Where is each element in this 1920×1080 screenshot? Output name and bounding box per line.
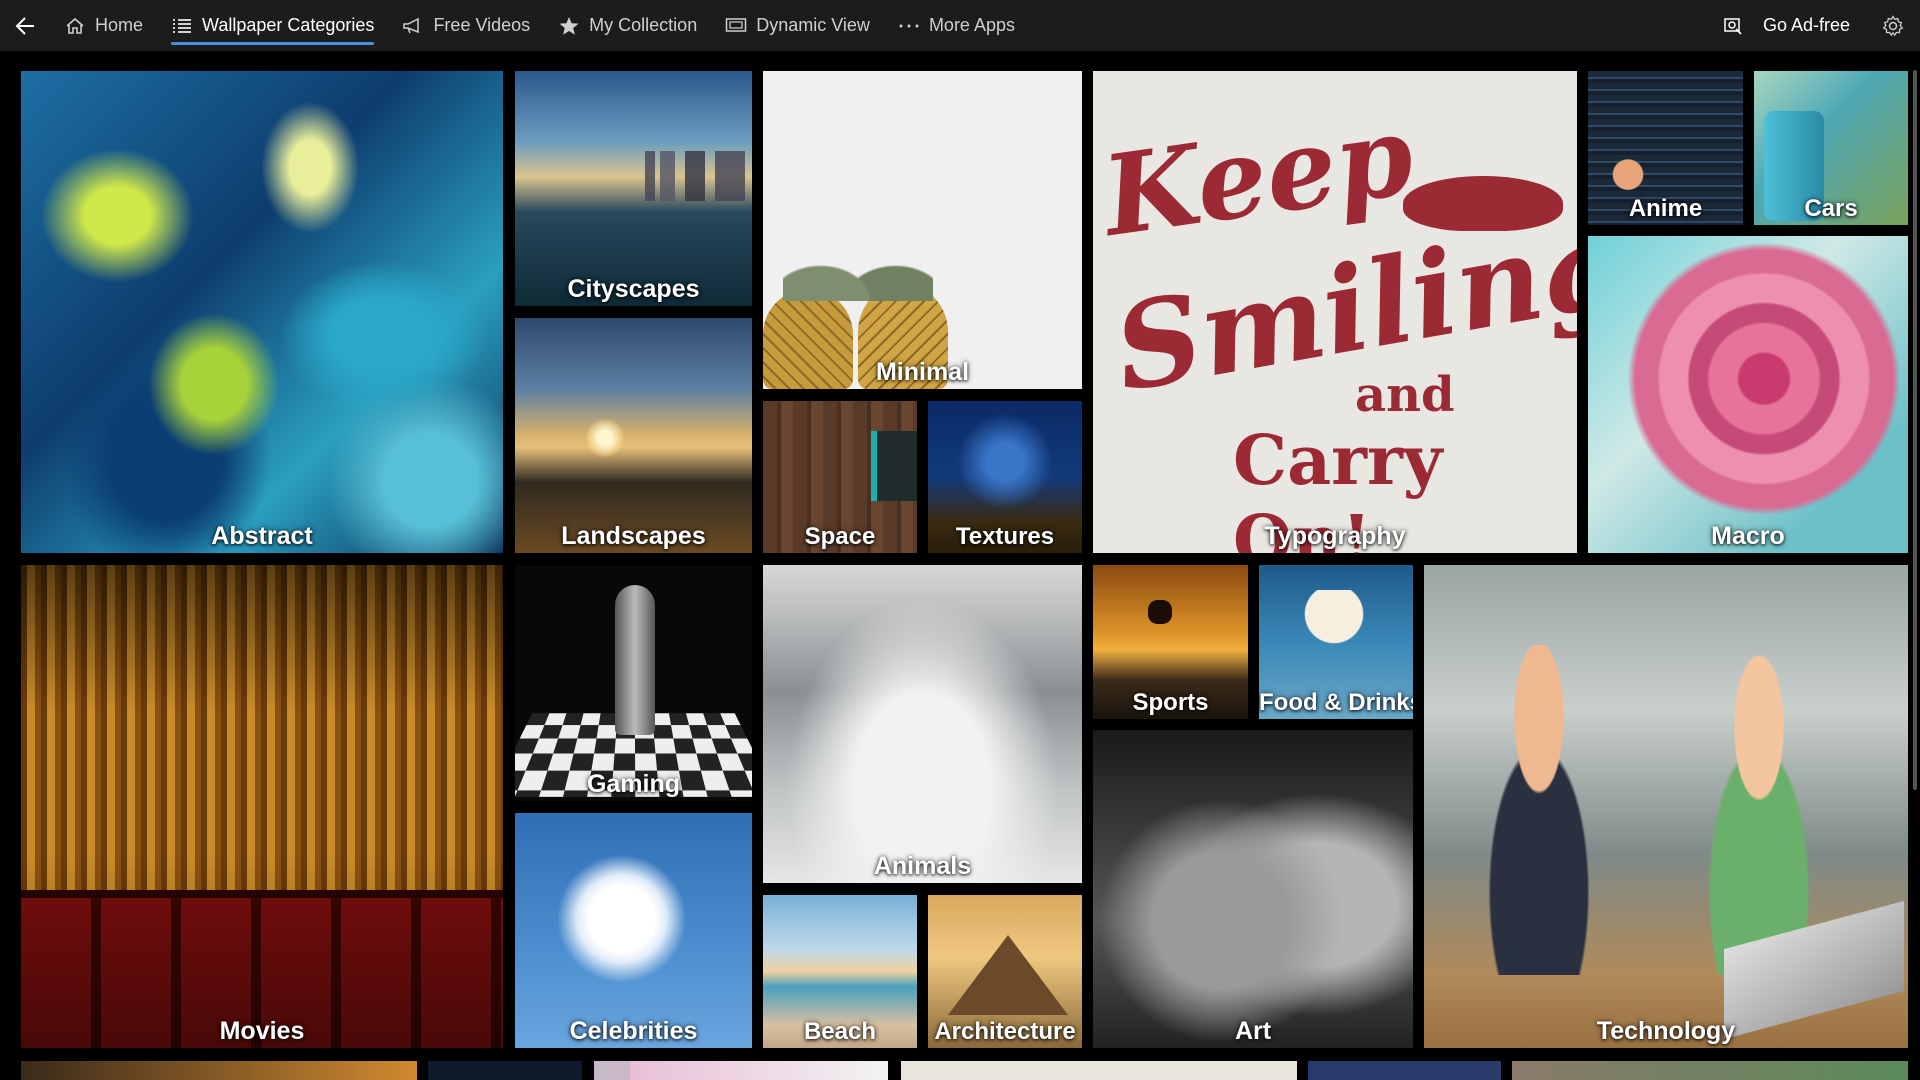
- category-label: Space: [804, 523, 876, 550]
- nav-dynamic-view-label: Dynamic View: [756, 15, 870, 35]
- category-tile-minimal[interactable]: Minimal: [763, 71, 1082, 389]
- category-label: Minimal: [875, 358, 970, 386]
- boy: [1454, 645, 1624, 975]
- star-icon: [558, 15, 580, 37]
- category-tile-technology[interactable]: Technology: [1424, 565, 1908, 1048]
- category-tile-abstract[interactable]: Abstract: [21, 71, 503, 553]
- nav-dynamic-view[interactable]: Dynamic View: [711, 0, 884, 51]
- theater-shadow: [21, 565, 503, 1048]
- category-tile-partial[interactable]: [428, 1061, 582, 1080]
- vertical-scrollbar[interactable]: [1913, 70, 1917, 790]
- category-tile-animals[interactable]: Animals: [763, 565, 1082, 883]
- category-tile-movies[interactable]: Movies: [21, 565, 503, 1048]
- category-tile-space[interactable]: Space: [763, 401, 917, 553]
- gift-box: [871, 431, 917, 501]
- nav-my-collection[interactable]: My Collection: [544, 0, 711, 51]
- go-ad-free-label: Go Ad-free: [1762, 15, 1850, 35]
- category-label: Food & Drinks: [1259, 689, 1413, 716]
- category-tile-gaming[interactable]: Gaming: [515, 565, 752, 801]
- category-tile-partial[interactable]: [1512, 1061, 1908, 1080]
- category-label: Macro: [1711, 522, 1785, 550]
- category-label: Landscapes: [561, 522, 706, 550]
- category-tile-architecture[interactable]: Architecture: [928, 895, 1082, 1048]
- pineapple-leaves: [783, 221, 933, 301]
- category-tile-beach[interactable]: Beach: [763, 895, 917, 1048]
- nav-free-videos-label: Free Videos: [433, 15, 531, 35]
- category-label: Celebrities: [569, 1017, 698, 1045]
- city-skyline: [645, 151, 745, 201]
- category-tile-partial[interactable]: [21, 1061, 417, 1080]
- category-tile-textures[interactable]: Textures: [928, 401, 1082, 553]
- category-tile-partial[interactable]: [1308, 1061, 1501, 1080]
- category-tile-typography[interactable]: Keep Smiling and Carry On! Typography: [1093, 71, 1577, 553]
- nav-home[interactable]: Home: [50, 0, 157, 51]
- category-label: Technology: [1596, 1017, 1736, 1045]
- category-label: Beach: [803, 1018, 877, 1045]
- category-label: Animals: [873, 852, 972, 880]
- chess-king: [615, 585, 655, 735]
- home-icon: [64, 15, 86, 37]
- category-tile-celebrities[interactable]: Celebrities: [515, 813, 752, 1048]
- category-tile-art[interactable]: Art: [1093, 730, 1413, 1048]
- category-tile-macro[interactable]: Macro: [1588, 236, 1908, 553]
- nav-wallpaper-categories-label: Wallpaper Categories: [202, 15, 375, 35]
- category-label: Sports: [1132, 689, 1209, 716]
- megaphone-icon: [402, 15, 424, 37]
- more-icon: [898, 15, 920, 37]
- category-label: Art: [1234, 1017, 1272, 1045]
- category-tile-partial[interactable]: [630, 1061, 888, 1080]
- category-label: Textures: [955, 523, 1055, 550]
- monitor-icon: [725, 15, 747, 37]
- nav-wallpaper-categories[interactable]: Wallpaper Categories: [157, 0, 388, 51]
- category-tile-food-drinks[interactable]: Food & Drinks: [1259, 565, 1413, 719]
- nav-more-apps[interactable]: More Apps: [884, 0, 1029, 51]
- nav-home-label: Home: [95, 15, 144, 35]
- category-tile-cityscapes[interactable]: Cityscapes: [515, 71, 752, 306]
- ice-cream: [1304, 590, 1364, 670]
- back-arrow-icon: [15, 16, 34, 35]
- category-label: Typography: [1264, 522, 1406, 550]
- top-navigation-bar: Home Wallpaper Categories Free Videos My…: [0, 0, 1920, 51]
- jumping-athlete: [1148, 600, 1172, 624]
- nav-more-apps-label: More Apps: [928, 15, 1015, 35]
- category-tile-anime[interactable]: Anime: [1588, 71, 1743, 225]
- sun: [585, 418, 625, 458]
- top-right-actions: Go Ad-free: [1707, 0, 1920, 51]
- category-label: Anime: [1628, 195, 1703, 222]
- category-tile-partial[interactable]: [901, 1061, 1297, 1080]
- nav-tabs: Home Wallpaper Categories Free Videos My…: [50, 0, 1029, 51]
- category-label: Movies: [219, 1017, 305, 1045]
- go-ad-free-button[interactable]: Go Ad-free: [1707, 0, 1866, 51]
- nav-free-videos[interactable]: Free Videos: [388, 0, 544, 51]
- gear-icon: [1882, 14, 1904, 36]
- settings-button[interactable]: [1866, 0, 1920, 51]
- category-tile-sports[interactable]: Sports: [1093, 565, 1248, 719]
- category-label: Cityscapes: [567, 275, 700, 303]
- nav-my-collection-label: My Collection: [589, 15, 698, 35]
- typography-line-3: and: [1355, 367, 1455, 423]
- no-ads-icon: [1723, 16, 1743, 36]
- category-label: Abstract: [211, 522, 313, 550]
- pyramid: [948, 935, 1068, 1015]
- list-icon: [171, 15, 193, 37]
- category-tile-cars[interactable]: Cars: [1754, 71, 1908, 225]
- category-tile-landscapes[interactable]: Landscapes: [515, 318, 752, 553]
- back-button[interactable]: [0, 0, 50, 51]
- category-label: Gaming: [586, 770, 681, 798]
- category-label: Cars: [1804, 195, 1858, 222]
- category-label: Architecture: [934, 1018, 1076, 1045]
